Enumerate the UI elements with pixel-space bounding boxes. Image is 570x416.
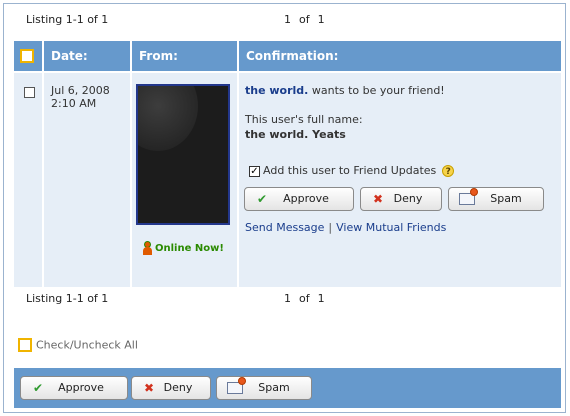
check-uncheck-all[interactable]: Check/Uncheck All <box>18 338 138 352</box>
request-message-text: wants to be your friend! <box>308 84 445 97</box>
friend-requests-panel: Listing 1-1 of 1 1 of 1 Date: From: Confir… <box>3 3 566 413</box>
header-from: From: <box>132 41 239 71</box>
bulk-spam-label: Spam <box>258 381 290 394</box>
page-indicator: 1 of 1 <box>284 13 333 26</box>
header-confirmation: Confirmation: <box>246 49 339 63</box>
spam-mail-icon <box>227 377 246 394</box>
check-all-label: Check/Uncheck All <box>36 338 138 352</box>
of-label: of <box>299 292 310 305</box>
full-name-label: This user's full name: <box>245 113 363 126</box>
friend-updates-checkbox[interactable]: ✓ <box>249 165 260 177</box>
row-checkbox[interactable] <box>24 87 35 98</box>
bulk-approve-button[interactable]: ✔ Approve <box>20 376 128 400</box>
current-page[interactable]: 1 <box>284 292 291 305</box>
table-header: Date: From: Confirmation: <box>14 41 561 71</box>
online-person-icon <box>142 241 153 255</box>
x-icon: ✖ <box>143 381 155 395</box>
link-separator: | <box>328 221 333 234</box>
friend-updates-option: ✓ Add this user to Friend Updates? <box>249 164 455 177</box>
request-message: the world. wants to be your friend! <box>245 84 445 97</box>
deny-button[interactable]: ✖ Deny <box>360 187 442 211</box>
of-label: of <box>299 13 310 26</box>
listing-count: Listing 1-1 of 1 <box>26 13 109 26</box>
header-select-all-cell <box>14 41 44 71</box>
deny-button-label: Deny <box>393 192 423 205</box>
check-all-checkbox[interactable] <box>18 338 32 352</box>
select-cell <box>14 73 42 287</box>
total-pages: 1 <box>317 292 325 305</box>
spam-button[interactable]: Spam <box>448 187 544 211</box>
bulk-spam-button[interactable]: Spam <box>216 376 312 400</box>
approve-button-label: Approve <box>283 192 329 205</box>
current-page[interactable]: 1 <box>284 13 291 26</box>
sender-name-link[interactable]: the world. <box>245 84 308 97</box>
help-icon[interactable]: ? <box>442 165 455 177</box>
header-date: Date: <box>44 41 132 71</box>
online-status: Online Now! <box>142 241 224 255</box>
action-links: Send Message | View Mutual Friends <box>245 221 446 234</box>
online-status-label: Online Now! <box>155 243 224 254</box>
listing-count: Listing 1-1 of 1 <box>26 292 109 305</box>
from-cell: Online Now! <box>132 73 237 287</box>
bulk-approve-label: Approve <box>58 381 104 394</box>
bulk-deny-button[interactable]: ✖ Deny <box>131 376 211 400</box>
request-date: Jul 6, 2008 <box>51 84 110 97</box>
bulk-deny-label: Deny <box>163 381 193 394</box>
pagination-top: Listing 1-1 of 1 1 of 1 <box>26 13 526 29</box>
checkmark-icon: ✔ <box>32 381 44 395</box>
approve-button[interactable]: ✔ Approve <box>244 187 354 211</box>
select-all-checkbox[interactable] <box>20 48 34 63</box>
profile-photo[interactable] <box>136 84 230 225</box>
bulk-action-bar: ✔ Approve ✖ Deny Spam <box>14 368 561 408</box>
full-name-value: the world. Yeats <box>245 128 346 141</box>
page-indicator: 1 of 1 <box>284 292 333 305</box>
total-pages: 1 <box>317 13 325 26</box>
request-time: 2:10 AM <box>51 97 97 110</box>
send-message-link[interactable]: Send Message <box>245 221 324 234</box>
spam-button-label: Spam <box>490 192 522 205</box>
confirmation-cell: the world. wants to be your friend! This… <box>239 73 561 287</box>
pagination-bottom: Listing 1-1 of 1 1 of 1 <box>26 292 526 308</box>
date-cell: Jul 6, 2008 2:10 AM <box>44 73 130 287</box>
friend-updates-label: Add this user to Friend Updates <box>263 164 437 177</box>
view-mutual-friends-link[interactable]: View Mutual Friends <box>336 221 446 234</box>
table-row: Jul 6, 2008 2:10 AM Online Now! the worl… <box>14 73 561 287</box>
checkmark-icon: ✔ <box>256 192 268 206</box>
x-icon: ✖ <box>372 192 384 206</box>
spam-mail-icon <box>459 188 478 205</box>
